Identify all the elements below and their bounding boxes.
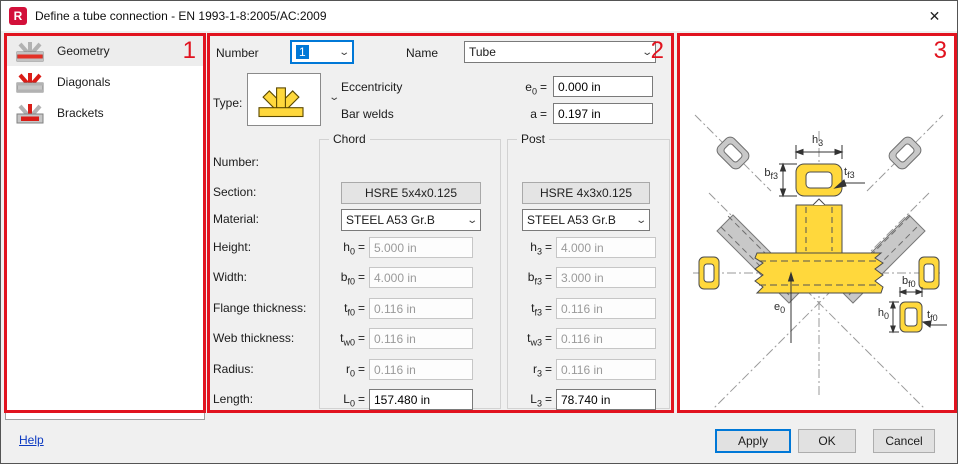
connection-preview-panel: h3 bf3 tf3 e0 bf0 h0 tf0 [678, 34, 957, 411]
chord-height-input [369, 237, 473, 258]
type-label: Type: [213, 96, 243, 110]
sidebar-item-diagonals[interactable]: Diagonals [6, 66, 204, 97]
cancel-button[interactable]: Cancel [873, 429, 935, 453]
width-row-label: Width: [213, 270, 248, 284]
sidebar: Geometry Diagonals Brackets [5, 34, 205, 420]
chord-length-input[interactable] [369, 389, 473, 410]
diagram-bf3-label: bf3 [764, 167, 778, 182]
diagram-bf0-label: bf0 [902, 275, 916, 290]
number-label: Number [216, 46, 259, 60]
chevron-down-icon: ⌄ [337, 46, 350, 58]
post-material-combobox[interactable]: STEEL A53 Gr.B ⌄ [522, 209, 650, 231]
post-width-input [556, 267, 656, 288]
robot-app-icon: R [9, 7, 27, 25]
connection-diagram [693, 114, 947, 410]
diagram-tf3-label: tf3 [844, 166, 855, 181]
length-row-label: Length: [213, 392, 254, 406]
diagonals-connection-icon [16, 72, 44, 92]
name-combobox[interactable]: Tube ⌄ [464, 41, 656, 63]
material-row-label: Material: [213, 212, 260, 226]
chord-material-value: STEEL A53 Gr.B [346, 213, 435, 227]
e0-symbol: e [525, 80, 532, 94]
window-title: Define a tube connection - EN 1993-1-8:2… [35, 9, 327, 23]
tube-connection-dialog: R Define a tube connection - EN 1993-1-8… [0, 0, 958, 464]
help-link[interactable]: Help [19, 433, 44, 447]
diagram-h3-label: h3 [812, 134, 824, 149]
chord-group-label: Chord [329, 132, 370, 146]
number-row-label: Number: [213, 155, 260, 169]
section-row-label: Section: [213, 185, 257, 199]
chord-radius-input [369, 359, 473, 380]
bar-welds-label: Bar welds [341, 107, 394, 121]
sidebar-item-brackets[interactable]: Brackets [6, 97, 204, 128]
sidebar-item-label: Diagonals [57, 74, 111, 89]
chevron-down-icon: ⌄ [465, 214, 478, 226]
chord-flange-thickness-input [369, 298, 473, 319]
chord-web-thickness-input [369, 328, 473, 349]
geometry-form: Number 1 ⌄ Name Tube ⌄ Type: ⌄ Eccentric… [207, 34, 673, 411]
post-material-value: STEEL A53 Gr.B [527, 213, 616, 227]
brackets-connection-icon [16, 103, 44, 123]
flange-thickness-row-label: Flange thickness: [213, 301, 307, 315]
title-bar: R Define a tube connection - EN 1993-1-8… [1, 1, 957, 31]
web-thickness-row-label: Web thickness: [213, 331, 295, 345]
post-radius-input [556, 359, 656, 380]
height-row-label: Height: [213, 240, 252, 254]
bar-welds-input[interactable] [553, 103, 653, 124]
diagram-e0-label: e0 [774, 301, 786, 316]
diagram-tf0-label: tf0 [927, 309, 938, 324]
eccentricity-input[interactable] [553, 76, 653, 97]
post-section-button[interactable]: HSRE 4x3x0.125 [522, 182, 650, 204]
apply-button[interactable]: Apply [715, 429, 791, 453]
connection-type-icon [258, 87, 304, 118]
number-combobox[interactable]: 1 ⌄ [290, 40, 354, 64]
chord-material-combobox[interactable]: STEEL A53 Gr.B ⌄ [341, 209, 481, 231]
name-label: Name [406, 46, 439, 60]
ok-button[interactable]: OK [798, 429, 856, 453]
eccentricity-label: Eccentricity [341, 80, 403, 94]
sidebar-item-geometry[interactable]: Geometry [6, 35, 204, 66]
close-icon[interactable]: ✕ [912, 1, 957, 31]
post-length-input[interactable] [556, 389, 656, 410]
radius-row-label: Radius: [213, 362, 254, 376]
post-web-thickness-input [556, 328, 656, 349]
sidebar-item-label: Geometry [57, 43, 110, 58]
chevron-down-icon: ⌄ [640, 46, 653, 58]
post-group-label: Post [517, 132, 550, 146]
type-dropdown[interactable]: ⌄ [247, 73, 340, 126]
geometry-connection-icon [16, 41, 44, 61]
post-flange-thickness-input [556, 298, 656, 319]
a-symbol: a [530, 107, 537, 121]
chord-section-button[interactable]: HSRE 5x4x0.125 [341, 182, 481, 204]
chevron-down-icon[interactable]: ⌄ [328, 92, 340, 103]
chord-width-input [369, 267, 473, 288]
name-value: Tube [469, 45, 496, 59]
post-height-input [556, 237, 656, 258]
sidebar-item-label: Brackets [57, 105, 104, 120]
number-value: 1 [296, 45, 309, 59]
chevron-down-icon: ⌄ [634, 214, 647, 226]
diagram-h0-label: h0 [877, 307, 889, 322]
